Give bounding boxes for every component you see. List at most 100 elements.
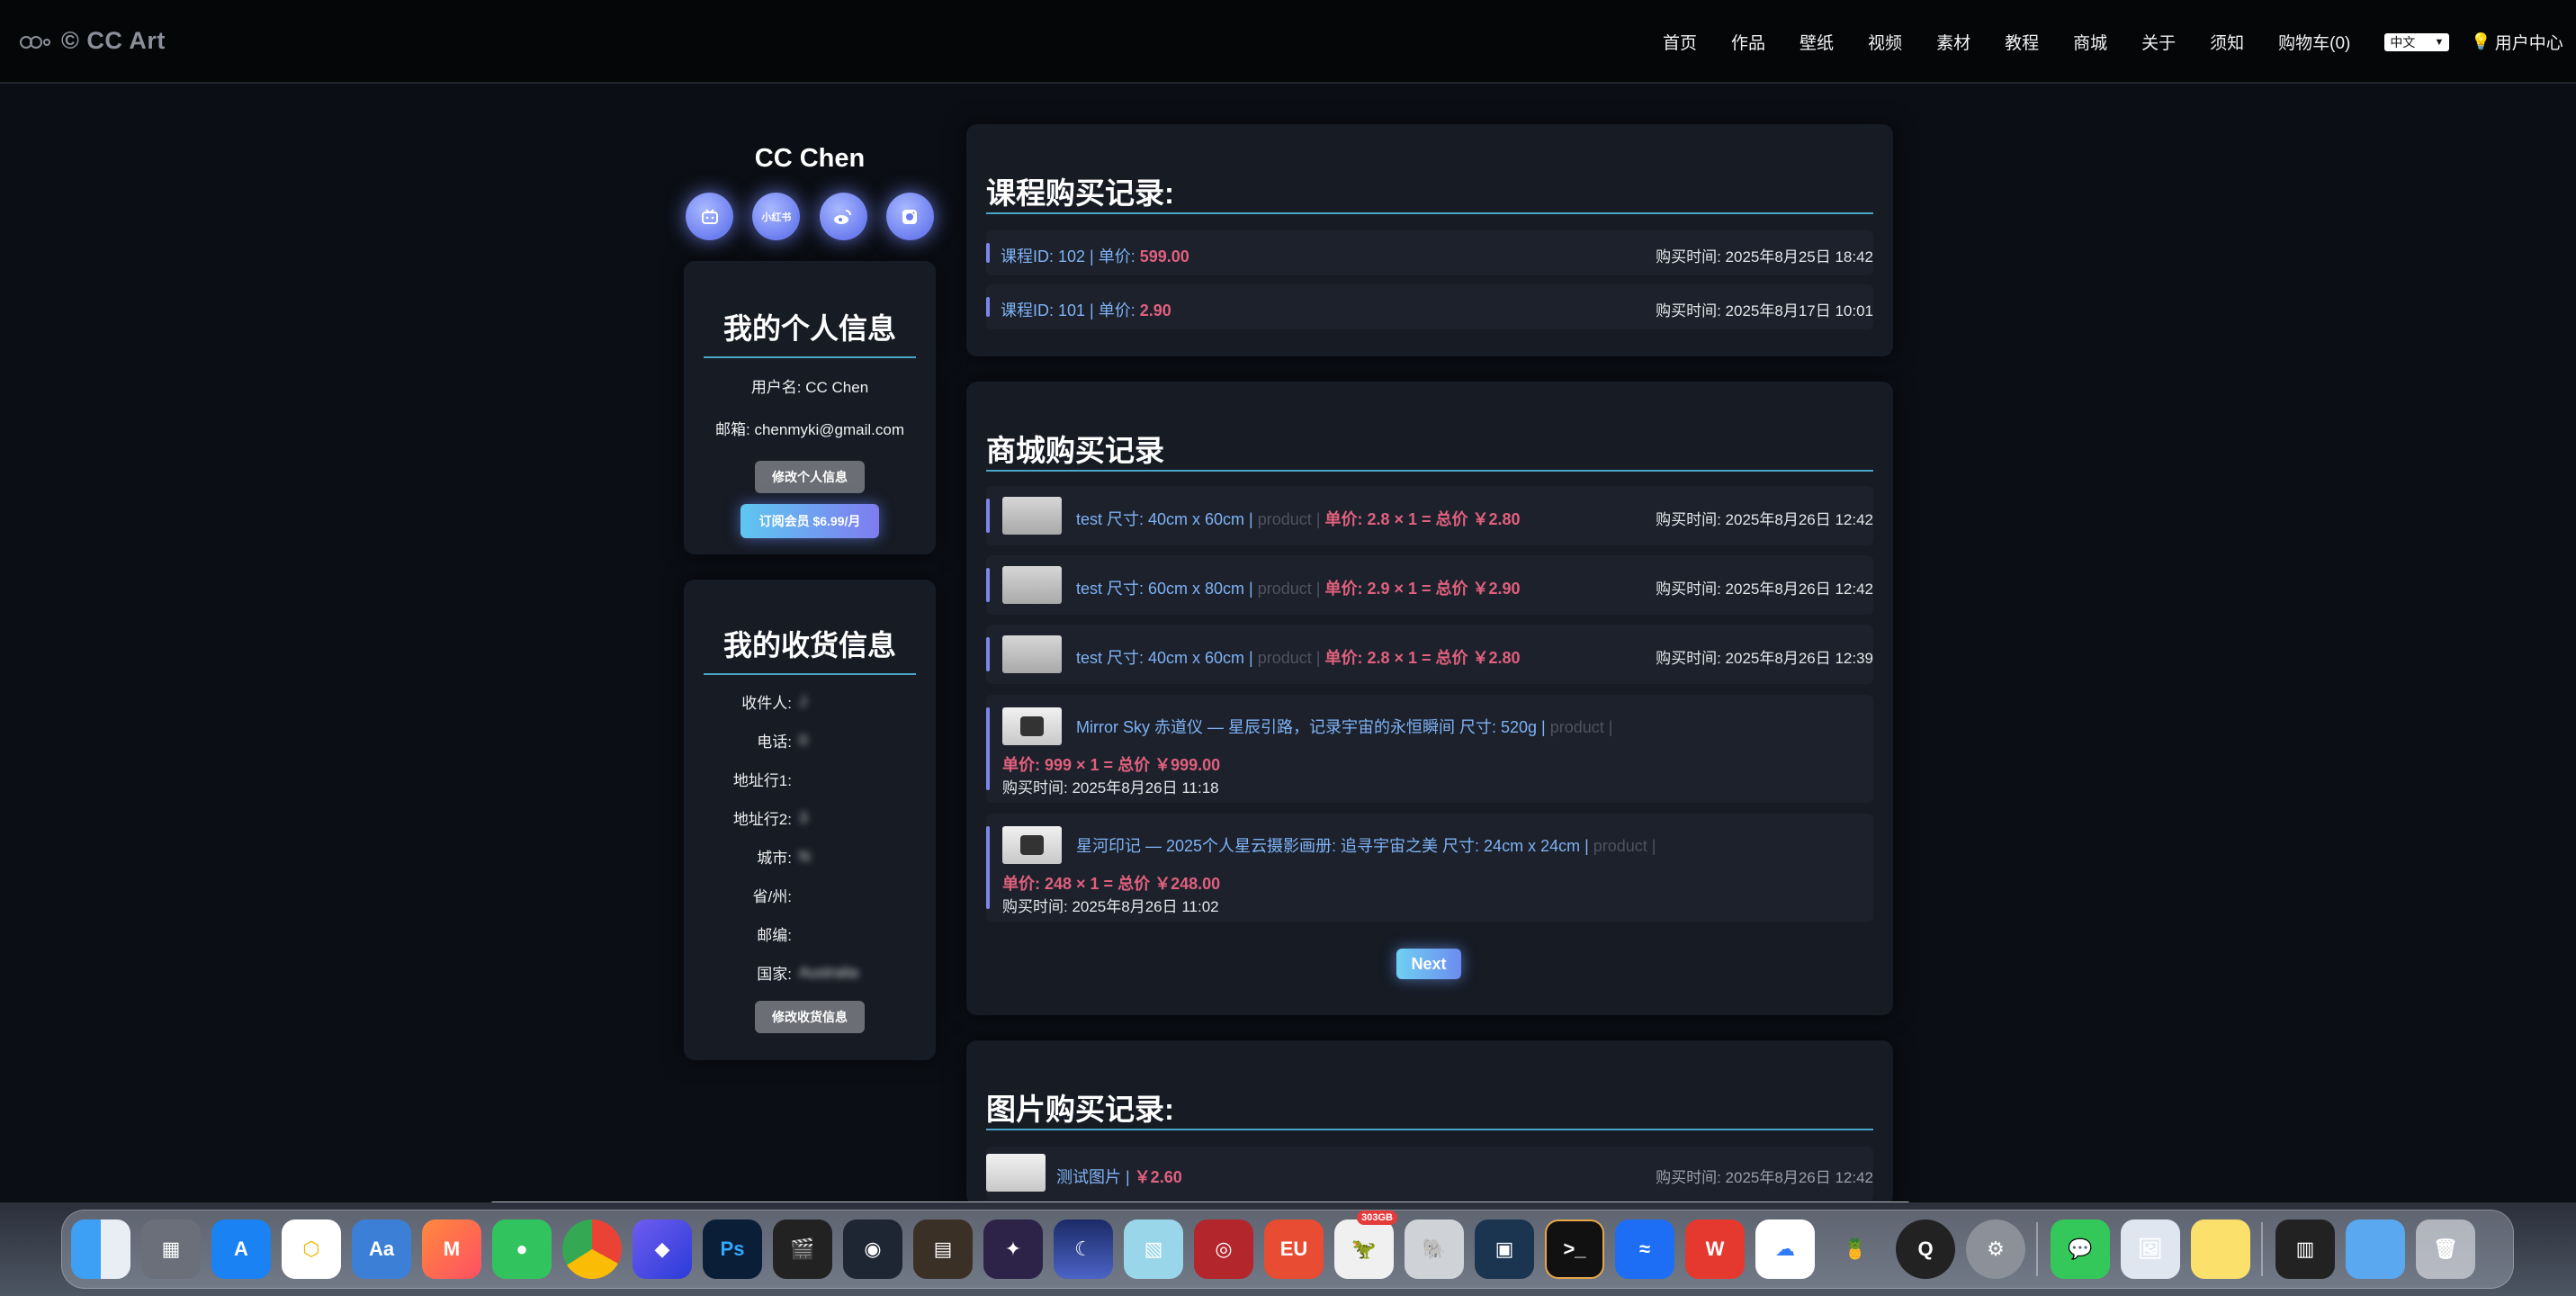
shop-record-row[interactable]: Mirror Sky 赤道仪 — 星辰引路，记录宇宙的永恒瞬间 尺寸: 520g…	[986, 695, 1873, 803]
product-tag: product |	[1593, 837, 1656, 855]
notes-icon[interactable]	[2191, 1220, 2250, 1279]
product-price: 单价: 2.8 × 1 = 总价 ￥2.80	[1324, 510, 1521, 528]
messages-icon[interactable]: 💬	[2051, 1220, 2110, 1279]
user-center-link[interactable]: 💡 用户中心	[2471, 30, 2563, 54]
top-navigation-bar: © CC Art 首页 作品 壁纸 视频 素材 教程 商城 关于 须知 购物车(…	[0, 0, 2576, 84]
trash-icon[interactable]: 🗑	[2416, 1220, 2475, 1279]
divider	[986, 212, 1873, 214]
preview-icon[interactable]: 🖼	[2121, 1220, 2180, 1279]
dictionary-icon[interactable]: Aa	[352, 1220, 411, 1279]
personal-info-card: 我的个人信息 用户名: CC Chen 邮箱: chenmyki@gmail.c…	[684, 261, 936, 554]
cd-icon[interactable]: ◎	[1194, 1220, 1253, 1279]
divider	[704, 673, 916, 675]
rings-logo-icon	[20, 32, 54, 50]
pineapple-icon[interactable]: 🍍	[1826, 1220, 1885, 1279]
storage-badge: 303GB	[1357, 1210, 1397, 1225]
dock-separator	[2261, 1222, 2263, 1276]
nav-item-works[interactable]: 作品	[1731, 30, 1765, 54]
night-sky-icon[interactable]: ☾	[1054, 1220, 1113, 1279]
address2-value: 3	[799, 808, 808, 826]
shop-record-text: test 尺寸: 40cm x 60cm | product | 单价: 2.8…	[1076, 645, 1521, 669]
address2-label: 地址行2:	[732, 811, 792, 828]
nav-item-videos[interactable]: 视频	[1868, 30, 1902, 54]
settings-icon[interactable]: ⚙	[1966, 1220, 2025, 1279]
shop-records-title: 商城购买记录	[986, 434, 1164, 467]
davinci-icon[interactable]: ◉	[843, 1220, 902, 1279]
product-thumbnail	[1002, 707, 1062, 745]
course-records-title: 课程购买记录:	[986, 176, 1174, 210]
product-tag: product |	[1549, 718, 1613, 736]
nav-item-shop[interactable]: 商城	[2073, 30, 2107, 54]
postcode-row: 邮编:	[684, 914, 936, 953]
bilibili-icon[interactable]	[686, 193, 733, 240]
app-store-icon[interactable]: A	[211, 1220, 271, 1279]
lightbulb-icon: 💡	[2471, 32, 2491, 50]
wechat-icon[interactable]: ●	[492, 1220, 552, 1279]
image-thumbnail	[986, 1154, 1046, 1192]
finder-icon[interactable]	[71, 1220, 130, 1279]
lark-icon[interactable]: ≈	[1615, 1220, 1674, 1279]
shop-record-row[interactable]: test 尺寸: 60cm x 80cm | product | 单价: 2.9…	[986, 555, 1873, 615]
course-record-row[interactable]: 课程ID: 102 | 单价: 599.00 购买时间: 2025年8月25日 …	[986, 230, 1873, 275]
instagram-icon[interactable]	[885, 193, 934, 240]
product-thumbnail	[1002, 826, 1062, 864]
purchase-time: 购买时间: 2025年8月17日 10:01	[1656, 302, 1873, 320]
quicktime-icon[interactable]: Q	[1896, 1220, 1955, 1279]
shop-record-text: 星河印记 — 2025个人星云摄影画册: 追寻宇宙之美 尺寸: 24cm x 2…	[1076, 833, 1656, 857]
accent-bar	[986, 637, 990, 671]
username-line: 用户名: CC Chen	[750, 379, 869, 396]
shop-record-row[interactable]: test 尺寸: 40cm x 60cm | product | 单价: 2.8…	[986, 486, 1873, 545]
city-row: 城市: N	[684, 837, 936, 876]
wps-icon[interactable]: W	[1685, 1220, 1745, 1279]
affinity-icon[interactable]: ✦	[983, 1220, 1043, 1279]
product-price: 单价: 248 × 1 = 总价 ￥248.00	[1002, 875, 1221, 893]
weibo-icon[interactable]	[819, 193, 867, 240]
shipping-info-card: 我的收货信息 收件人: J 电话: 0 地址行1: 地址行2: 3 城市: N 省/州:…	[684, 580, 936, 1060]
window-icon[interactable]: ▣	[1475, 1220, 1534, 1279]
language-select[interactable]: 中文 ▼	[2384, 32, 2450, 51]
nav-item-about[interactable]: 关于	[2141, 30, 2176, 54]
nav-item-tutorials[interactable]: 教程	[2005, 30, 2039, 54]
course-record-row[interactable]: 课程ID: 101 | 单价: 2.90 购买时间: 2025年8月17日 10…	[986, 284, 1873, 329]
brand-logo[interactable]: © CC Art	[20, 27, 166, 55]
norton-icon[interactable]: ⬡	[282, 1220, 341, 1279]
ice-icon[interactable]: ▧	[1124, 1220, 1183, 1279]
edit-profile-button[interactable]: 修改个人信息	[755, 461, 865, 493]
film-icon[interactable]: ▤	[913, 1220, 973, 1279]
folder-icon[interactable]	[2346, 1220, 2405, 1279]
next-page-button[interactable]: Next	[1396, 949, 1461, 979]
nav-item-wallpapers[interactable]: 壁纸	[1800, 30, 1834, 54]
eu-office-icon[interactable]: EU	[1264, 1220, 1324, 1279]
city-value: N	[799, 847, 811, 865]
evernote-icon[interactable]: 🐘	[1405, 1220, 1464, 1279]
image-name: 测试图片 |	[1056, 1168, 1135, 1186]
nav-item-cart[interactable]: 购物车(0)	[2278, 30, 2350, 54]
purchase-time: 购买时间: 2025年8月26日 12:42	[1656, 1169, 1873, 1186]
social-links: 小红书	[686, 193, 934, 240]
music-creator-icon[interactable]: M	[422, 1220, 481, 1279]
recipient-value: J	[799, 692, 807, 710]
product-price: 单价: 2.9 × 1 = 总价 ￥2.90	[1324, 580, 1521, 598]
dino-icon[interactable]: 🦖 303GB	[1334, 1210, 1397, 1279]
image-record-row[interactable]: 测试图片 | ￥2.60 购买时间: 2025年8月26日 12:42	[986, 1147, 1873, 1201]
personal-info-title: 我的个人信息	[723, 312, 896, 345]
shop-record-text: Mirror Sky 赤道仪 — 星辰引路，记录宇宙的永恒瞬间 尺寸: 520g…	[1076, 715, 1612, 738]
nav-item-home[interactable]: 首页	[1663, 30, 1697, 54]
baidu-cloud-icon[interactable]: ☁	[1755, 1220, 1815, 1279]
terminal-icon[interactable]: >_	[1545, 1220, 1604, 1279]
edit-shipping-button[interactable]: 修改收货信息	[755, 1001, 865, 1033]
shop-record-row[interactable]: test 尺寸: 40cm x 60cm | product | 单价: 2.8…	[986, 625, 1873, 684]
shop-record-row[interactable]: 星河印记 — 2025个人星云摄影画册: 追寻宇宙之美 尺寸: 24cm x 2…	[986, 814, 1873, 922]
crystal-icon[interactable]: ◆	[633, 1220, 692, 1279]
pdf-icon[interactable]: ▥	[2275, 1220, 2335, 1279]
image-record-text: 测试图片 | ￥2.60	[1056, 1165, 1182, 1188]
subscribe-button[interactable]: 订阅会员 $6.99/月	[740, 504, 879, 538]
chrome-icon[interactable]	[562, 1220, 622, 1279]
launchpad-icon[interactable]: ▦	[141, 1220, 201, 1279]
final-cut-icon[interactable]: 🎬	[773, 1220, 832, 1279]
nav-item-notice[interactable]: 须知	[2210, 30, 2244, 54]
nav-item-materials[interactable]: 素材	[1936, 30, 1970, 54]
xiaohongshu-icon[interactable]: 小红书	[752, 193, 801, 240]
photoshop-icon[interactable]: Ps	[703, 1220, 762, 1279]
purchase-time: 购买时间: 2025年8月26日 12:42	[1656, 511, 1873, 528]
